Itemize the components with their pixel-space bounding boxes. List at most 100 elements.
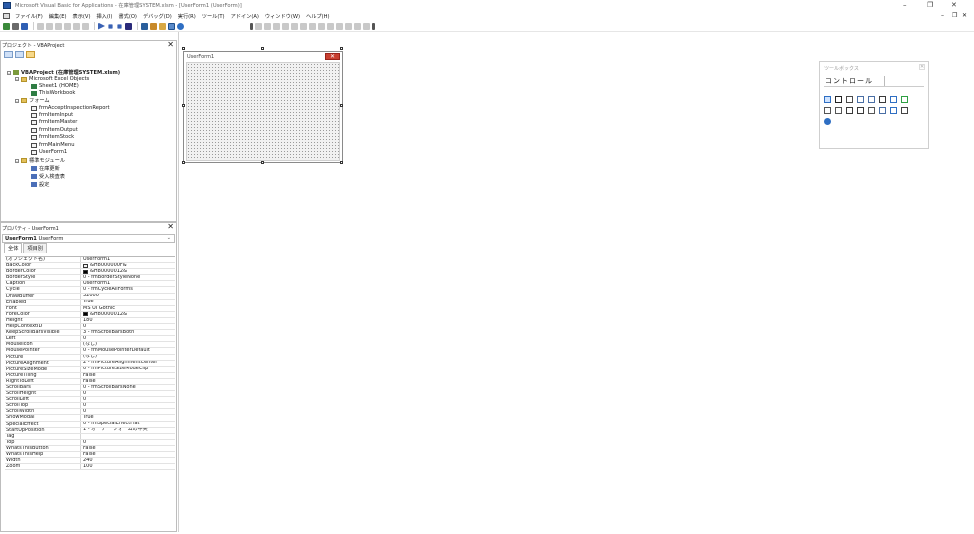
resize-handle-se[interactable] — [340, 161, 343, 164]
quick-info-icon[interactable] — [264, 22, 271, 30]
optionbutton-icon[interactable] — [890, 96, 897, 103]
paste-icon[interactable] — [55, 22, 62, 30]
break-icon[interactable] — [108, 23, 113, 29]
toolbar-gripper-icon[interactable] — [250, 22, 253, 30]
view-object-icon[interactable] — [15, 50, 24, 58]
clear-bookmarks-icon[interactable] — [363, 22, 370, 30]
userform-window[interactable]: UserForm1 ✕ — [183, 51, 343, 163]
property-value[interactable]: &H80000012& — [81, 269, 175, 274]
toggle-breakpoint-icon[interactable] — [309, 22, 316, 30]
tree-item-module-inspection[interactable]: 受入検査表 — [31, 173, 65, 180]
property-value[interactable]: 0 — [81, 403, 175, 408]
property-value[interactable]: 32000 — [81, 294, 175, 299]
tree-item-sheet1[interactable]: Sheet1 (HOME) — [31, 83, 79, 89]
toolbar-gripper-end-icon[interactable] — [372, 22, 375, 30]
tab-alphabetic[interactable]: 全体 — [4, 243, 23, 253]
doc-restore-button[interactable]: ❐ — [952, 12, 957, 19]
image-icon[interactable] — [890, 107, 897, 114]
resize-handle-s[interactable] — [261, 161, 264, 164]
tree-item-frmiteminput[interactable]: frmItemInput — [31, 112, 73, 118]
tree-item-thisworkbook[interactable]: ThisWorkbook — [31, 90, 75, 96]
tree-item-forms[interactable]: - フォーム — [15, 97, 50, 104]
project-pane-close-icon[interactable]: ✕ — [167, 40, 174, 49]
next-bookmark-icon[interactable] — [345, 22, 352, 30]
property-value[interactable]: MS UI Gothic — [81, 306, 175, 311]
project-explorer-icon[interactable] — [141, 22, 148, 30]
toolbox-tab-controls[interactable]: コントロール — [824, 76, 885, 86]
label-icon[interactable] — [835, 96, 842, 103]
doc-close-button[interactable]: ✕ — [962, 12, 967, 19]
property-value[interactable] — [81, 434, 175, 439]
uncomment-block-icon[interactable] — [327, 22, 334, 30]
property-value[interactable]: 0 — [81, 440, 175, 445]
menu-edit[interactable]: 編集(E) — [49, 13, 67, 20]
run-icon[interactable] — [98, 22, 105, 30]
indent-icon[interactable] — [291, 22, 298, 30]
tree-item-frmacceptinspectionreport[interactable]: frmAcceptInspectionReport — [31, 105, 110, 111]
tree-item-excel-objects[interactable]: - Microsoft Excel Objects — [15, 76, 89, 82]
properties-window-icon[interactable] — [150, 22, 157, 30]
object-browser-icon[interactable] — [159, 22, 166, 30]
property-value[interactable]: 0 — [81, 409, 175, 414]
property-value[interactable]: True — [81, 300, 175, 305]
property-value[interactable]: 100 — [81, 464, 175, 469]
parameter-info-icon[interactable] — [273, 22, 280, 30]
textbox-icon[interactable] — [846, 96, 853, 103]
property-value[interactable]: 0 - fmPictureSizeModeClip — [81, 367, 175, 372]
menu-view[interactable]: 表示(V) — [73, 13, 91, 20]
property-value[interactable]: 3 - fmScrollBarsBoth — [81, 330, 175, 335]
redo-icon[interactable] — [82, 22, 89, 30]
resize-handle-sw[interactable] — [182, 161, 185, 164]
property-value[interactable]: &H8000000F& — [81, 263, 175, 268]
property-value[interactable]: True — [81, 415, 175, 420]
property-value[interactable]: 180 — [81, 318, 175, 323]
spinbutton-icon[interactable] — [879, 107, 886, 114]
close-button[interactable]: ✕ — [951, 1, 957, 9]
menu-window[interactable]: ウィンドウ(W) — [265, 13, 300, 20]
property-value[interactable]: 2 - fmPictureAlignmentCenter — [81, 361, 175, 366]
restore-button[interactable]: ❐ — [927, 1, 933, 9]
undo-icon[interactable] — [73, 22, 80, 30]
property-value[interactable]: 1 - オーナー フォームの中央 — [81, 428, 175, 433]
menu-debug[interactable]: デバッグ(D) — [143, 13, 172, 20]
document-system-icon[interactable] — [3, 13, 10, 19]
tree-item-vbaproject[interactable]: - VBAProject (在庫管理SYSTEM.xlsm) — [7, 69, 120, 76]
view-code-icon[interactable] — [4, 50, 13, 58]
tree-item-frmmainmenu[interactable]: frmMainMenu — [31, 142, 75, 148]
menu-run[interactable]: 実行(R) — [178, 13, 196, 20]
frame-icon[interactable] — [824, 107, 831, 114]
tree-item-frmitemmaster[interactable]: frmItemMaster — [31, 119, 77, 125]
property-value[interactable]: False — [81, 452, 175, 457]
property-value[interactable]: 0 — [81, 391, 175, 396]
userform-canvas[interactable] — [186, 62, 340, 161]
design-mode-icon[interactable] — [125, 22, 132, 30]
previous-bookmark-icon[interactable] — [354, 22, 361, 30]
resize-handle-ne[interactable] — [340, 47, 343, 50]
property-value[interactable]: UserForm1 — [81, 257, 175, 262]
menu-file[interactable]: ファイル(F) — [15, 13, 43, 20]
property-value[interactable]: False — [81, 379, 175, 384]
toggle-folders-icon[interactable] — [26, 50, 35, 58]
tree-item-userform1[interactable]: UserForm1 — [31, 149, 67, 155]
toolbox-close-icon[interactable]: ✕ — [919, 64, 925, 70]
property-value[interactable]: False — [81, 446, 175, 451]
copy-icon[interactable] — [46, 22, 53, 30]
property-value[interactable]: 240 — [81, 458, 175, 463]
menu-format[interactable]: 書式(O) — [118, 13, 137, 20]
comment-block-icon[interactable] — [318, 22, 325, 30]
minimize-button[interactable]: – — [903, 1, 907, 9]
menu-insert[interactable]: 挿入(I) — [96, 13, 112, 20]
tree-item-module-settings[interactable]: 設定 — [31, 181, 49, 188]
property-value[interactable]: 0 - fmBorderStyleNone — [81, 275, 175, 280]
tree-item-frmitemoutput[interactable]: frmItemOutput — [31, 127, 78, 133]
property-value[interactable]: (なし) — [81, 355, 175, 360]
property-value[interactable]: (なし) — [81, 342, 175, 347]
tabstrip-icon[interactable] — [846, 107, 853, 114]
property-value[interactable]: 0 - fmCycleAllForms — [81, 287, 175, 292]
complete-word-icon[interactable] — [282, 22, 289, 30]
listbox-icon[interactable] — [868, 96, 875, 103]
calendar-icon[interactable] — [824, 118, 831, 125]
outdent-icon[interactable] — [300, 22, 307, 30]
tree-item-frmitemstock[interactable]: frmItemStock — [31, 134, 74, 140]
doc-minimize-button[interactable]: – — [941, 12, 944, 19]
